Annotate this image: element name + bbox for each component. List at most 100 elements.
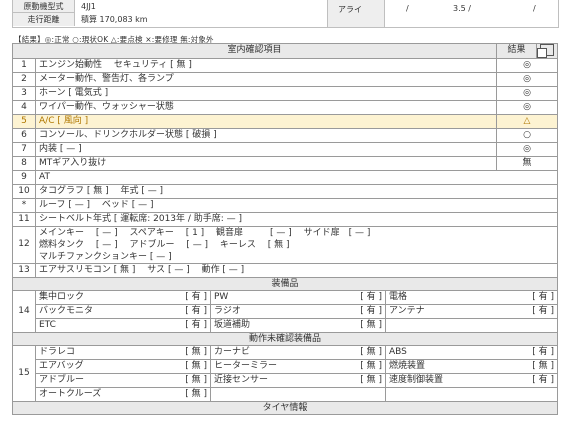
unconfirmed-title: 動作未確認装備品	[11, 331, 559, 346]
row-number: 8	[12, 155, 36, 171]
row-number: 10	[12, 183, 36, 199]
equipment-item: 坂道補助[ 無 ]	[210, 317, 386, 333]
equipment-item: ラジオ[ 有 ]	[210, 303, 386, 319]
unconfirmed-row: エアバッグ[ 無 ] ヒーターミラー[ 無 ] 燃焼装置[ 無 ]	[13, 358, 559, 374]
tire-info-header: タイヤ情報	[11, 400, 559, 415]
engine-model-value: 4JJ1	[81, 2, 96, 11]
tire-value-1: /	[406, 4, 409, 13]
unconfirmed-item	[384, 386, 559, 402]
table-row: 9 AT	[12, 169, 559, 185]
table-row: 11 シートベルト年式 [ 運転席: 2013年 / 助手席: — ]	[12, 211, 559, 227]
row-result: ◎	[496, 85, 559, 101]
row-number: 11	[12, 211, 36, 227]
row-result: 無	[496, 155, 559, 171]
equipment-row: 14 集中ロック[ 有 ] PW[ 有 ] 電格[ 有 ]	[12, 289, 559, 333]
row-result: ○	[496, 127, 559, 143]
interior-title: 室内確認項目	[11, 43, 498, 59]
row-text: コンソール、ドリンクホルダー状態 [ 破損 ]	[34, 127, 498, 143]
row-text: メーター動作、警告灯、各ランプ	[34, 71, 498, 87]
engine-model-label: 原動機型式	[13, 0, 75, 13]
table-header: 室内確認項目 結果	[11, 43, 559, 59]
table-row: 7 内装 [ — ] ◎	[12, 141, 559, 157]
row-result: △	[496, 113, 559, 129]
row-number: 14	[12, 289, 36, 333]
unconfirmed-item: ドラレコ[ 無 ]	[35, 344, 211, 360]
row-number: 2	[12, 71, 36, 87]
keys-line: メインキー [ — ] スペアキー [ 1 ] 観音扉 [ — ] サイド扉 […	[39, 227, 371, 238]
equipment-item: 電格[ 有 ]	[384, 289, 559, 305]
tire-value-2: 3.5 /	[453, 4, 471, 13]
row-number: *	[12, 197, 36, 213]
table-row: 10 タコグラフ [ 無 ] 年式 [ — ]	[12, 183, 559, 199]
tire-label: アライ	[327, 0, 385, 27]
tire-value-3: /	[533, 4, 536, 13]
table-row: 13 エアサスリモコン [ 無 ] サス [ — ] 動作 [ — ]	[12, 262, 559, 278]
inspection-sheet: 原動機型式 4JJ1 走行距離 積算 170,083 km アライ / 3.5 …	[0, 0, 569, 426]
row-text: AT	[34, 169, 559, 185]
row-text: ルーフ [ — ] ベッド [ — ]	[34, 197, 559, 213]
table-row: 4 ワイパー動作、ウォッシャー状態 ◎	[12, 99, 559, 115]
interior-check-table: 室内確認項目 結果 1 エンジン始動性 セキュリティ [ 無 ] ◎ 2 メータ…	[11, 43, 559, 415]
table-row: 6 コンソール、ドリンクホルダー状態 [ 破損 ] ○	[12, 127, 559, 143]
equipment-header: 装備品	[11, 276, 559, 291]
row-number: 4	[12, 99, 36, 115]
unconfirmed-header: 動作未確認装備品	[11, 331, 559, 346]
vehicle-info-box: 原動機型式 4JJ1 走行距離 積算 170,083 km アライ / 3.5 …	[12, 0, 559, 28]
unconfirmed-item: カーナビ[ 無 ]	[210, 344, 386, 360]
unconfirmed-row: アドブルー[ 無 ] 近接センサー[ 無 ] 速度制御装置[ 有 ]	[13, 372, 559, 388]
equipment-item: 集中ロック[ 有 ]	[35, 289, 211, 305]
row-number: 7	[12, 141, 36, 157]
table-row-highlighted: 5 A/C [ 風向 ] △	[12, 113, 559, 129]
row-text: A/C [ 風向 ]	[34, 113, 498, 129]
row-text: エンジン始動性 セキュリティ [ 無 ]	[34, 57, 498, 73]
unconfirmed-item: オートクルーズ[ 無 ]	[35, 386, 211, 402]
equipment-item: ETC[ 有 ]	[35, 317, 211, 333]
row-result: ◎	[496, 57, 559, 73]
unconfirmed-item: 速度制御装置[ 有 ]	[384, 372, 559, 388]
equipment-item	[384, 317, 559, 333]
unconfirmed-item: 近接センサー[ 無 ]	[210, 372, 386, 388]
table-row: 2 メーター動作、警告灯、各ランプ ◎	[12, 71, 559, 87]
unconfirmed-row: オートクルーズ[ 無 ]	[13, 386, 559, 402]
copy-icon[interactable]	[536, 43, 559, 59]
equipment-item: PW[ 有 ]	[210, 289, 386, 305]
unconfirmed-item: ABS[ 有 ]	[384, 344, 559, 360]
row-text: タコグラフ [ 無 ] 年式 [ — ]	[34, 183, 559, 199]
result-header: 結果	[496, 43, 538, 59]
equipment-title: 装備品	[11, 276, 559, 291]
row-number: 3	[12, 85, 36, 101]
equipment-row: バックモニタ[ 有 ] ラジオ[ 有 ] アンテナ[ 有 ]	[13, 303, 559, 319]
keys-cell: メインキー [ — ] スペアキー [ 1 ] 観音扉 [ — ] サイド扉 […	[34, 225, 559, 264]
row-text: ホーン [ 電気式 ]	[34, 85, 498, 101]
row-number: 1	[12, 57, 36, 73]
equipment-item: バックモニタ[ 有 ]	[35, 303, 211, 319]
row-number: 6	[12, 127, 36, 143]
keys-line: マルチファンクションキー [ — ]	[39, 251, 172, 262]
row-number: 13	[12, 262, 36, 278]
row-result: ◎	[496, 99, 559, 115]
unconfirmed-item: 燃焼装置[ 無 ]	[384, 358, 559, 374]
row-number: 15	[12, 344, 36, 402]
equipment-item: アンテナ[ 有 ]	[384, 303, 559, 319]
equipment-row: ETC[ 有 ] 坂道補助[ 無 ]	[13, 317, 559, 333]
row-result: ◎	[496, 141, 559, 157]
table-row: 3 ホーン [ 電気式 ] ◎	[12, 85, 559, 101]
unconfirmed-item	[210, 386, 386, 402]
row-number: 9	[12, 169, 36, 185]
row-text: エアサスリモコン [ 無 ] サス [ — ] 動作 [ — ]	[34, 262, 559, 278]
table-row: * ルーフ [ — ] ベッド [ — ]	[12, 197, 559, 213]
engine-model-row: 原動機型式 4JJ1	[13, 0, 558, 13]
table-row: 1 エンジン始動性 セキュリティ [ 無 ] ◎	[12, 57, 559, 73]
row-number: 12	[12, 225, 36, 264]
unconfirmed-item: アドブルー[ 無 ]	[35, 372, 211, 388]
table-row: 8 MTギア入り抜け 無	[12, 155, 559, 171]
row-text: 内装 [ — ]	[34, 141, 498, 157]
mileage-row: 走行距離 積算 170,083 km	[13, 13, 558, 26]
keys-line: 燃料タンク [ — ] アドブルー [ — ] キーレス [ 無 ]	[39, 239, 290, 250]
mileage-value: 積算 170,083 km	[81, 15, 148, 24]
row-result: ◎	[496, 71, 559, 87]
mileage-label: 走行距離	[13, 13, 75, 26]
table-row-keys: 12 メインキー [ — ] スペアキー [ 1 ] 観音扉 [ — ] サイド…	[12, 225, 559, 264]
row-number: 5	[12, 113, 36, 129]
unconfirmed-row: 15 ドラレコ[ 無 ] カーナビ[ 無 ] ABS[ 有 ]	[12, 344, 559, 402]
